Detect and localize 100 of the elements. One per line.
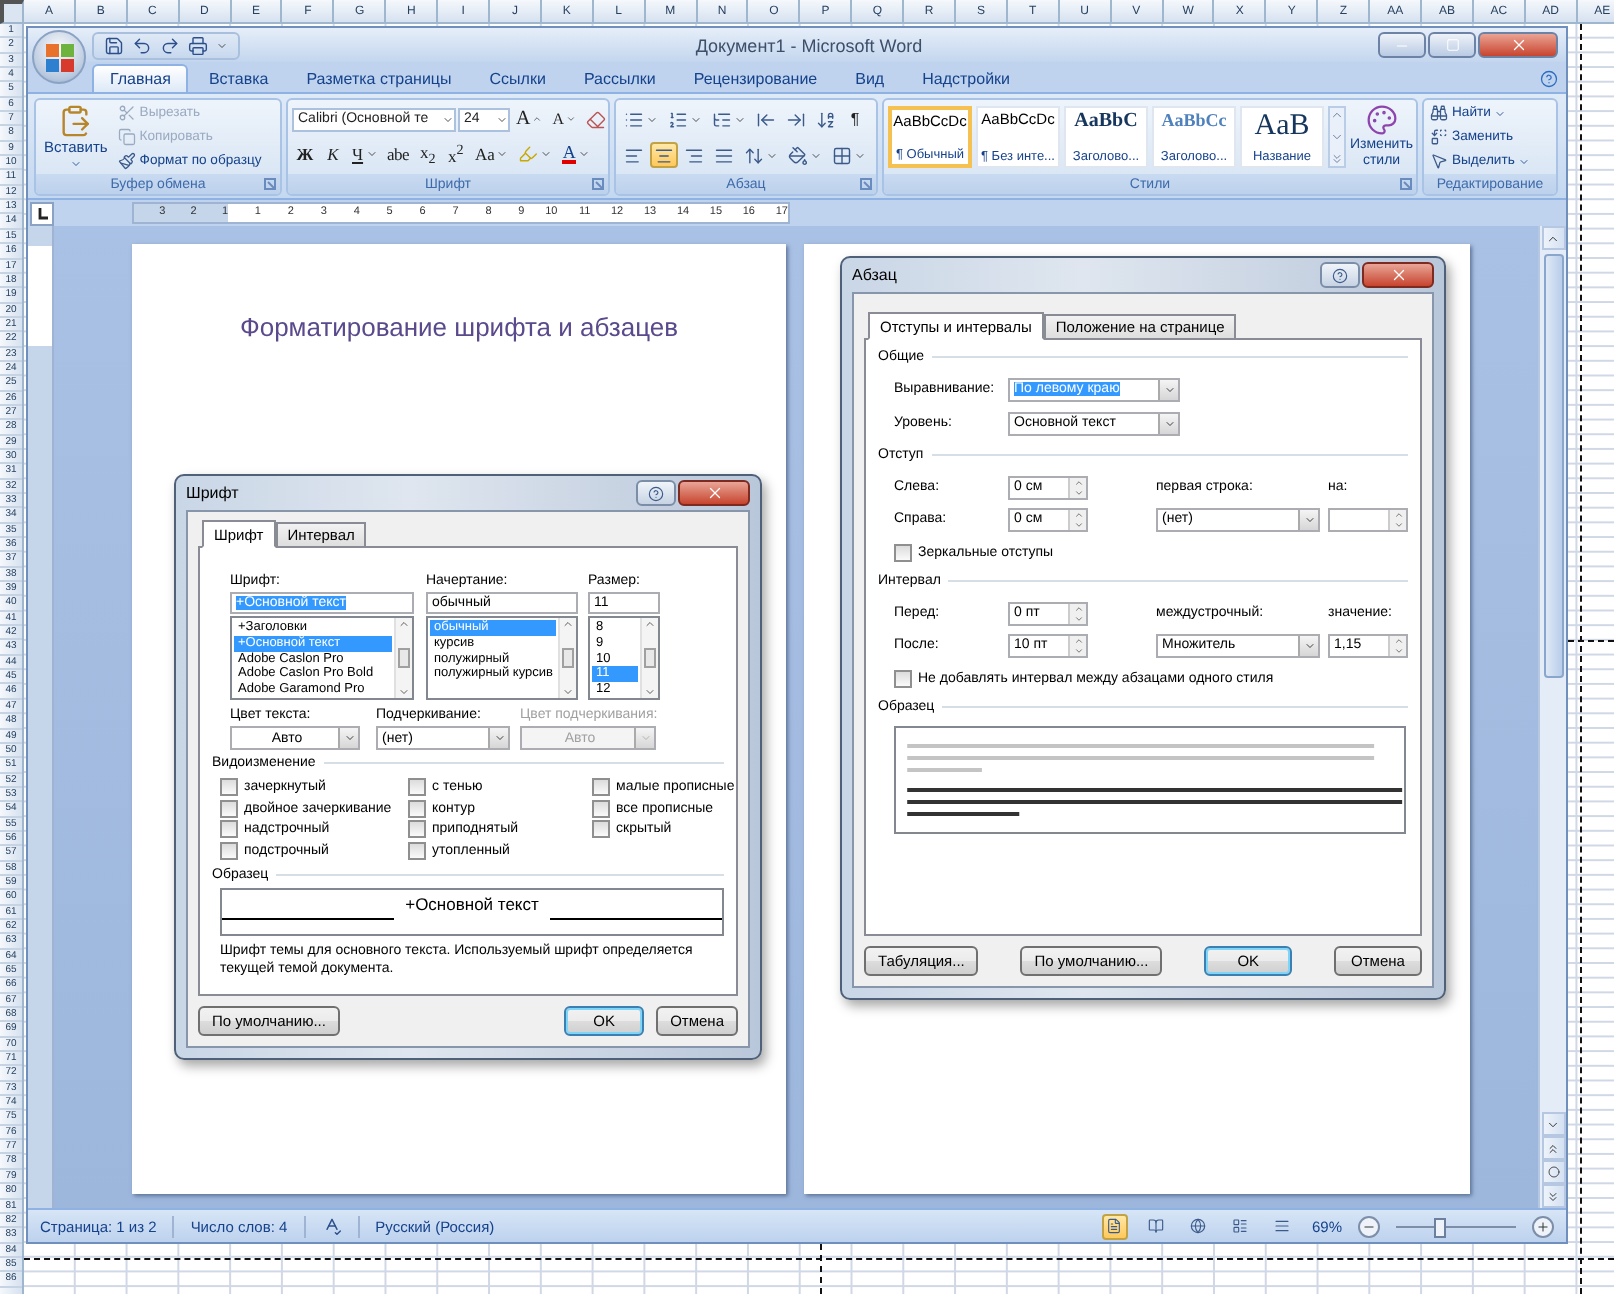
ribbon-tab[interactable]: Вставка — [190, 64, 287, 92]
close-icon — [1509, 36, 1527, 54]
browse-object-button[interactable] — [1541, 1160, 1565, 1184]
caret-icon — [690, 114, 702, 126]
logo-icon — [45, 43, 73, 71]
maximize-button[interactable] — [1428, 32, 1476, 58]
format-button[interactable]: Aa — [470, 141, 513, 168]
slider-thumb[interactable] — [1434, 1217, 1446, 1237]
more-icon — [1330, 152, 1344, 166]
checkbox[interactable] — [408, 799, 426, 818]
palette-icon — [1365, 104, 1398, 136]
arrow-left-icon — [756, 110, 776, 130]
caret-icon — [1303, 639, 1315, 651]
help-button[interactable] — [1320, 262, 1360, 288]
ribbon-tab[interactable]: Главная — [92, 64, 189, 92]
globe-icon — [1190, 1218, 1207, 1234]
eraser-icon — [586, 109, 607, 130]
checkbox[interactable] — [220, 777, 238, 796]
next-page-button[interactable] — [1541, 1184, 1565, 1208]
checkbox[interactable] — [592, 820, 610, 839]
previous-page-button[interactable] — [1541, 1136, 1565, 1160]
checkbox[interactable] — [592, 799, 610, 818]
help-button[interactable] — [636, 480, 676, 506]
ribbon-tab[interactable]: Рассылки — [565, 64, 674, 92]
redo-icon — [160, 35, 180, 55]
tree-list-icon — [712, 110, 732, 130]
format-button[interactable]: abe — [383, 141, 413, 168]
multilevel-list-button[interactable] — [708, 107, 750, 133]
format-button[interactable]: Ж — [292, 141, 318, 168]
dialog-launcher-icon[interactable] — [592, 178, 604, 190]
outline-icon — [1232, 1218, 1249, 1234]
spin-field[interactable] — [1328, 507, 1408, 531]
highlighter-icon — [518, 144, 539, 165]
help-icon — [1332, 267, 1348, 283]
shading-button[interactable] — [784, 142, 826, 168]
office-button[interactable] — [32, 30, 86, 84]
grow-font-button[interactable]: A — [512, 106, 547, 133]
window-title: Документ1 - Microsoft Word — [693, 35, 925, 55]
zoom-in-button[interactable] — [1532, 1215, 1554, 1237]
checkbox[interactable] — [592, 777, 610, 796]
close-button[interactable] — [1362, 262, 1434, 288]
numbering-button[interactable] — [664, 107, 706, 133]
sample-text: +Основной текст — [405, 894, 539, 915]
dialog-launcher-icon[interactable] — [264, 178, 276, 190]
zoom-out-button[interactable] — [1358, 1215, 1380, 1237]
shrink-font-button[interactable]: A — [548, 106, 581, 133]
page-icon — [1106, 1218, 1123, 1234]
close-button[interactable] — [678, 480, 750, 506]
checkbox[interactable] — [408, 820, 426, 839]
caret-icon — [343, 732, 355, 744]
caret-icon — [734, 114, 746, 126]
increase-indent-button[interactable] — [782, 107, 810, 133]
font-color-button[interactable]: A — [558, 141, 594, 168]
scroll-thumb[interactable] — [1543, 254, 1563, 678]
format-button[interactable]: x$_{2}$ — [414, 141, 441, 168]
up-down-arrows-icon — [744, 145, 764, 165]
paint-bucket-icon — [788, 145, 808, 165]
caret-icon — [1163, 417, 1175, 429]
checkbox[interactable] — [894, 670, 912, 688]
replace-icon — [1430, 128, 1448, 146]
caret-icon — [1494, 107, 1507, 119]
borders-button[interactable] — [828, 142, 870, 168]
caret-icon — [1518, 155, 1531, 167]
checkbox[interactable] — [220, 799, 238, 818]
caret-icon — [442, 113, 454, 126]
binoculars-icon — [1430, 104, 1448, 122]
format-button[interactable]: Ч — [348, 141, 382, 168]
ribbon-tab[interactable]: Рецензирование — [675, 64, 836, 92]
checkbox[interactable] — [408, 777, 426, 796]
help-icon — [1540, 70, 1558, 88]
brush-icon — [117, 152, 136, 170]
format-button[interactable]: x$^{2}$ — [442, 141, 469, 168]
caret-icon — [639, 732, 651, 744]
ribbon-tab[interactable]: Надстройки — [904, 64, 1029, 92]
tab-stop-icon[interactable] — [29, 201, 53, 225]
show-marks-button[interactable]: ¶ — [842, 106, 868, 134]
checkbox[interactable] — [894, 544, 912, 562]
printer-icon — [188, 35, 208, 55]
circle-icon — [1547, 1166, 1559, 1178]
ribbon-tab[interactable]: Ссылки — [471, 64, 564, 92]
checkbox[interactable] — [408, 841, 426, 860]
minimize-button[interactable] — [1378, 32, 1426, 58]
undo-icon — [132, 35, 152, 55]
dialog-launcher-icon[interactable] — [1400, 178, 1412, 190]
clear-format-button[interactable] — [582, 106, 608, 133]
close-button[interactable] — [1478, 32, 1558, 58]
decrease-indent-button[interactable] — [752, 107, 780, 133]
lines-icon — [624, 145, 644, 165]
dialog-launcher-icon[interactable] — [860, 178, 872, 190]
ribbon-tab[interactable]: Разметка страницы — [288, 64, 470, 92]
checkbox[interactable] — [220, 820, 238, 839]
format-button[interactable]: К — [320, 141, 346, 168]
view-button[interactable] — [1101, 1213, 1128, 1239]
select-all-corner[interactable] — [0, 0, 24, 24]
checkbox[interactable] — [220, 841, 238, 860]
caret-icon — [810, 149, 822, 161]
caret-icon — [216, 39, 228, 51]
align-button[interactable] — [650, 142, 678, 168]
ribbon-tab[interactable]: Вид — [837, 64, 903, 92]
scissors-icon — [117, 104, 136, 122]
